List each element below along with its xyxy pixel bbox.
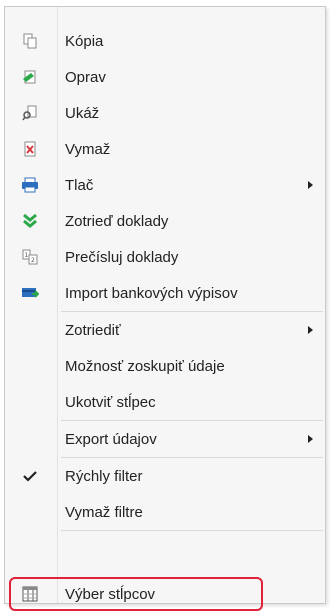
- svg-text:2: 2: [31, 257, 35, 264]
- menu-item-export-data[interactable]: Export údajov: [5, 422, 325, 456]
- menu-item-label: Vymaž filtre: [65, 503, 143, 521]
- menu-item-import-bank-statements[interactable]: Import bankových výpisov: [5, 276, 325, 310]
- menu-item-label: Export údajov: [65, 430, 157, 448]
- menu-item-quick-filter[interactable]: Rýchly filter: [5, 459, 325, 493]
- edit-icon: [21, 68, 39, 86]
- menu-item-renumber-documents[interactable]: 12 Prečísluj doklady: [5, 240, 325, 274]
- bank-import-icon: [21, 284, 39, 302]
- menu-item-label: Zotriediť: [65, 321, 121, 339]
- submenu-arrow-icon: [308, 435, 313, 443]
- menu-item-label: Prečísluj doklady: [65, 248, 179, 266]
- checkmark-icon: [21, 467, 39, 485]
- menu-item-print[interactable]: Tlač: [5, 168, 325, 202]
- menu-item-label: Ukotviť stĺpec: [65, 393, 156, 411]
- menu-separator: [61, 530, 323, 531]
- menu-item-label: Možnosť zoskupiť údaje: [65, 357, 225, 375]
- menu-item-label: Oprav: [65, 68, 106, 86]
- menu-item-group-data[interactable]: Možnosť zoskupiť údaje: [5, 349, 325, 383]
- highlight-outline: [9, 577, 263, 611]
- menu-item-edit[interactable]: Oprav: [5, 60, 325, 94]
- menu-item-freeze-column[interactable]: Ukotviť stĺpec: [5, 385, 325, 419]
- menu-item-copy[interactable]: Kópia: [5, 24, 325, 58]
- menu-item-view[interactable]: Ukáž: [5, 96, 325, 130]
- view-icon: [21, 104, 39, 122]
- menu-item-clear-filters[interactable]: Vymaž filtre: [5, 495, 325, 529]
- context-menu: Kópia Oprav Ukáž Vymaž Tlač Zotrieď dokl: [4, 6, 326, 611]
- sort-down-icon: [21, 212, 39, 230]
- delete-icon: [21, 140, 39, 158]
- menu-item-label: Import bankových výpisov: [65, 284, 238, 302]
- submenu-arrow-icon: [308, 181, 313, 189]
- menu-item-sort[interactable]: Zotriediť: [5, 313, 325, 347]
- menu-item-sort-documents[interactable]: Zotrieď doklady: [5, 204, 325, 238]
- printer-icon: [21, 176, 39, 194]
- menu-item-label: Zotrieď doklady: [65, 212, 169, 230]
- menu-separator: [61, 457, 323, 458]
- menu-item-label: Rýchly filter: [65, 467, 143, 485]
- submenu-arrow-icon: [308, 326, 313, 334]
- menu-separator: [61, 420, 323, 421]
- menu-item-delete[interactable]: Vymaž: [5, 132, 325, 166]
- menu-separator: [61, 311, 323, 312]
- menu-item-label: Kópia: [65, 32, 104, 50]
- svg-text:1: 1: [25, 252, 29, 259]
- menu-item-label: Ukáž: [65, 104, 100, 122]
- menu-item-label: Tlač: [65, 176, 94, 194]
- menu-item-label: Vymaž: [65, 140, 111, 158]
- renumber-icon: 12: [21, 248, 39, 266]
- copy-icon: [21, 32, 39, 50]
